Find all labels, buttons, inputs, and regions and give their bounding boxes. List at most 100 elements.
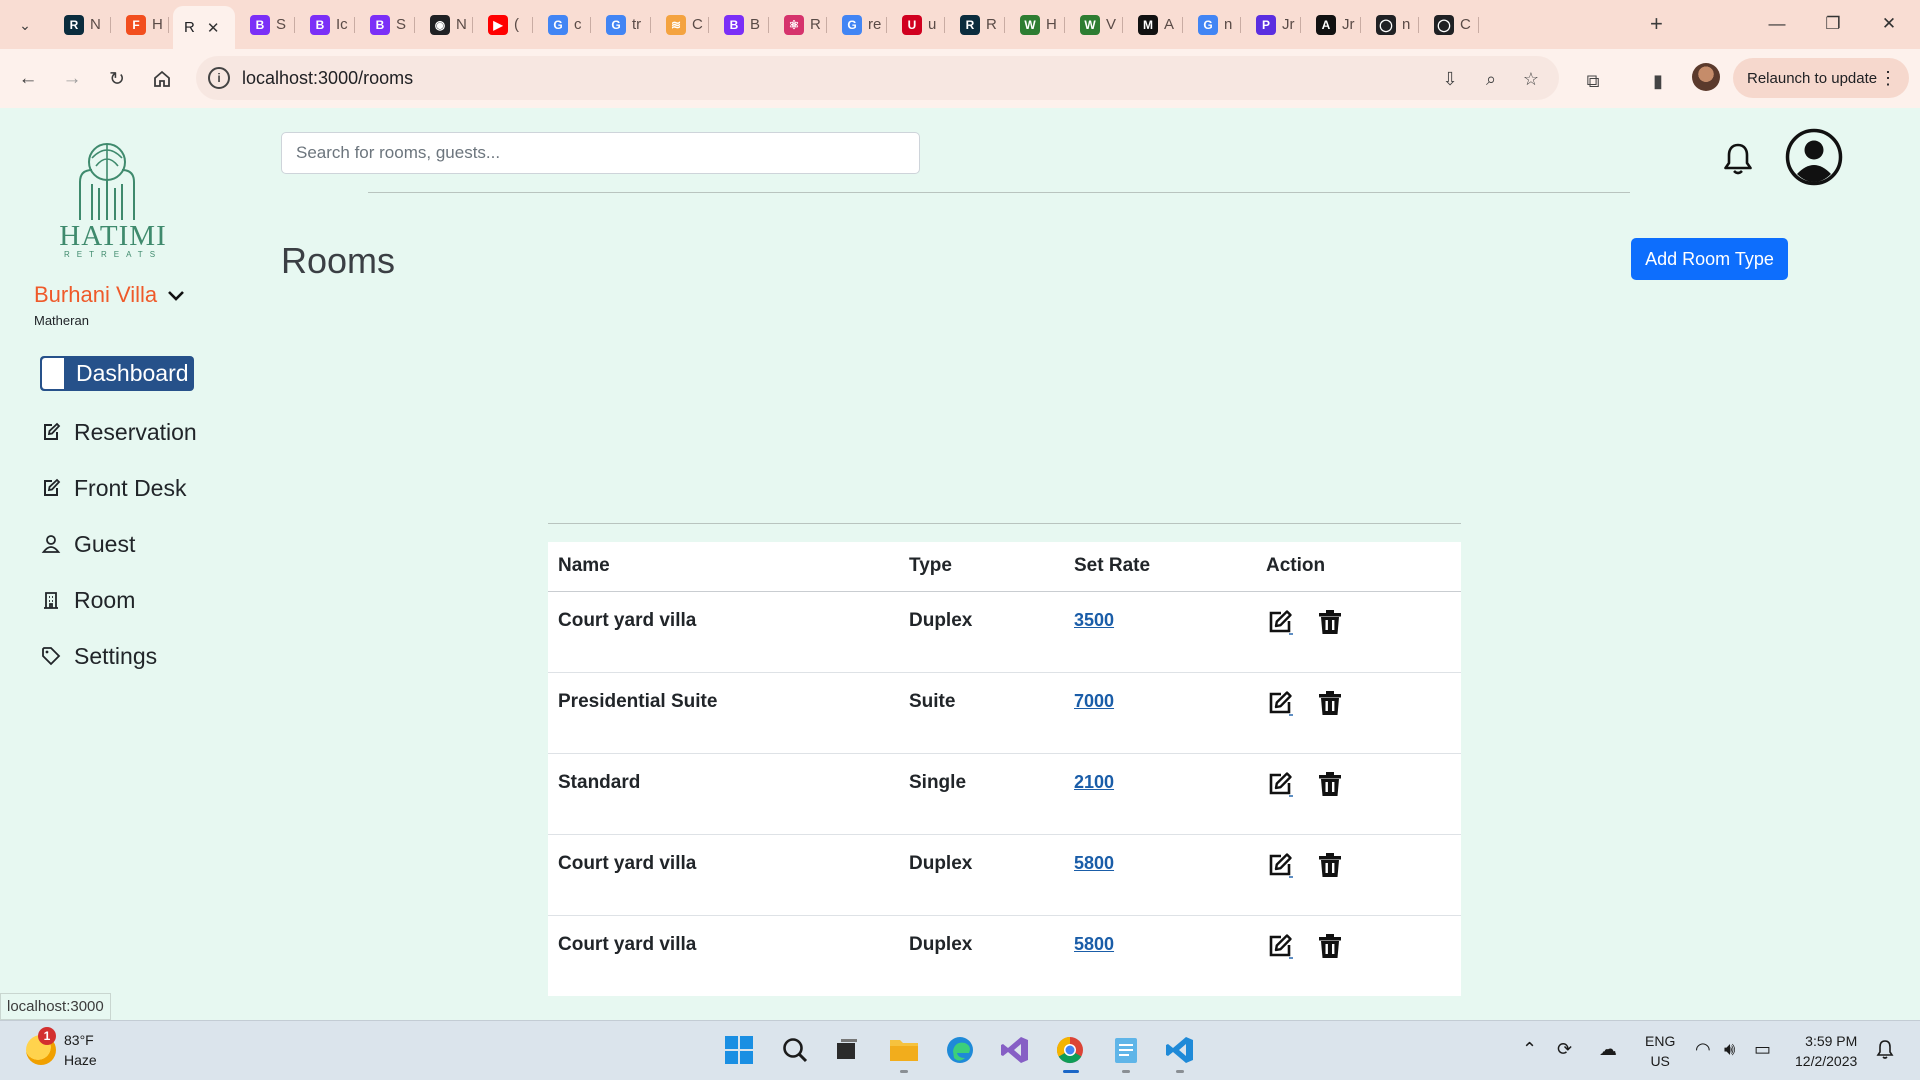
sidebar-item-reservation[interactable]: Reservation bbox=[40, 414, 197, 450]
table-row: Court yard villa Duplex 3500 bbox=[548, 591, 1461, 673]
relaunch-button[interactable]: Relaunch to update ⋮ bbox=[1733, 58, 1909, 98]
browser-tab[interactable]: A Jr bbox=[1305, 9, 1361, 40]
start-windows-icon[interactable] bbox=[722, 1033, 756, 1067]
add-room-type-button[interactable]: Add Room Type bbox=[1631, 238, 1788, 280]
search-input[interactable] bbox=[281, 132, 920, 174]
install-app-icon[interactable]: ⇩ bbox=[1437, 66, 1463, 92]
restore-icon[interactable]: ❐ bbox=[1810, 10, 1856, 38]
show-hidden-icons-chevron-icon[interactable]: ⌃ bbox=[1522, 1039, 1537, 1060]
browser-tab[interactable]: Uu bbox=[891, 9, 945, 40]
browser-tab[interactable]: FH bbox=[115, 9, 169, 40]
sidebar-item-guest[interactable]: Guest bbox=[40, 526, 135, 562]
site-info-icon[interactable]: i bbox=[208, 67, 230, 89]
search-icon[interactable] bbox=[778, 1033, 812, 1067]
browser-tab[interactable]: B Ic bbox=[299, 9, 355, 40]
column-header-name: Name bbox=[548, 542, 899, 592]
room-rate-link[interactable]: 2100 bbox=[1074, 772, 1114, 792]
tab-search-chevron-icon[interactable]: ⌄ bbox=[12, 12, 38, 38]
task-view-icon[interactable] bbox=[830, 1033, 864, 1067]
address-bar[interactable]: i localhost:3000/rooms ⇩ ⌕ ☆ bbox=[196, 56, 1559, 100]
tab-favicon-icon: ◯ bbox=[1434, 14, 1454, 35]
reload-icon[interactable]: ↻ bbox=[103, 65, 131, 93]
battery-icon[interactable]: ▭ bbox=[1754, 1039, 1771, 1060]
browser-tab[interactable]: RN bbox=[53, 9, 111, 40]
browser-tab[interactable]: R ✕ bbox=[173, 6, 235, 49]
browser-tab[interactable]: ◯ C bbox=[1423, 9, 1479, 40]
tab-close-icon[interactable]: ✕ bbox=[207, 19, 220, 37]
chevron-down-icon[interactable] bbox=[165, 284, 187, 306]
edit-icon[interactable] bbox=[1266, 770, 1294, 798]
browser-tab[interactable]: MA bbox=[1127, 9, 1183, 40]
trash-icon[interactable] bbox=[1316, 851, 1344, 879]
window-close-icon[interactable]: ✕ bbox=[1866, 10, 1912, 38]
browser-tab[interactable]: BS bbox=[359, 9, 415, 40]
browser-tab[interactable]: ▶( bbox=[477, 9, 533, 40]
browser-tab[interactable]: ⚛ R bbox=[773, 9, 827, 40]
room-rate-link[interactable]: 5800 bbox=[1074, 853, 1114, 873]
tab-title: S bbox=[276, 16, 287, 33]
edit-icon[interactable] bbox=[1266, 689, 1294, 717]
file-explorer-icon[interactable] bbox=[887, 1033, 921, 1073]
profile-avatar[interactable] bbox=[1692, 63, 1720, 91]
minimize-icon[interactable]: — bbox=[1754, 10, 1800, 38]
extensions-icon[interactable]: ⧉ bbox=[1580, 68, 1606, 94]
weather-condition[interactable]: Haze bbox=[64, 1052, 97, 1068]
browser-tab[interactable]: Gtr bbox=[595, 9, 651, 40]
property-selector[interactable]: Burhani Villa bbox=[34, 282, 157, 308]
weather-temperature[interactable]: 83°F bbox=[64, 1032, 94, 1048]
browser-tab[interactable]: Gn bbox=[1187, 9, 1241, 40]
forward-icon[interactable]: → bbox=[58, 65, 86, 93]
more-menu-icon[interactable]: ⋮ bbox=[1879, 68, 1897, 89]
system-clock[interactable]: 3:59 PM 12/2/2023 bbox=[1795, 1031, 1857, 1071]
browser-tab[interactable]: Gc bbox=[537, 9, 591, 40]
browser-tab[interactable]: BS bbox=[239, 9, 295, 40]
vscode-icon[interactable] bbox=[1163, 1033, 1197, 1073]
input-language[interactable]: ENG US bbox=[1645, 1031, 1675, 1071]
volume-icon[interactable]: 🔊︎ bbox=[1724, 1039, 1735, 1060]
onedrive-icon[interactable]: ☁ bbox=[1599, 1039, 1617, 1060]
bookmark-star-icon[interactable]: ☆ bbox=[1518, 66, 1544, 92]
room-rate-link[interactable]: 3500 bbox=[1074, 610, 1114, 630]
edit-icon[interactable] bbox=[1266, 851, 1294, 879]
browser-tab[interactable]: ◯ n bbox=[1365, 9, 1419, 40]
new-tab-button[interactable]: + bbox=[1650, 11, 1663, 37]
sidebar-item-front-desk[interactable]: Front Desk bbox=[40, 470, 186, 506]
browser-tab[interactable]: WH bbox=[1009, 9, 1065, 40]
back-icon[interactable]: ← bbox=[14, 65, 42, 93]
room-rate-link[interactable]: 7000 bbox=[1074, 691, 1114, 711]
browser-tab[interactable]: WV bbox=[1069, 9, 1123, 40]
notification-bell-icon[interactable] bbox=[1722, 142, 1754, 176]
chrome-icon[interactable] bbox=[1053, 1033, 1087, 1073]
trash-icon[interactable] bbox=[1316, 608, 1344, 636]
browser-tab[interactable]: BB bbox=[713, 9, 769, 40]
tab-favicon-icon: G bbox=[606, 14, 626, 35]
browser-tab[interactable]: ◉ N bbox=[419, 9, 473, 40]
notification-center-bell-icon[interactable] bbox=[1876, 1039, 1894, 1064]
notepad-icon[interactable] bbox=[1109, 1033, 1143, 1073]
sidebar-item-room[interactable]: Room bbox=[40, 582, 135, 618]
tab-favicon-icon: B bbox=[370, 14, 390, 35]
edge-browser-icon[interactable] bbox=[943, 1033, 977, 1067]
hatimi-logo[interactable]: HATIMI RETREATS bbox=[56, 140, 170, 262]
side-panel-icon[interactable]: ▮ bbox=[1645, 68, 1671, 94]
zoom-icon[interactable]: ⌕ bbox=[1478, 66, 1504, 92]
sidebar-item-settings[interactable]: Settings bbox=[40, 638, 157, 674]
browser-tab[interactable]: RR bbox=[949, 9, 1005, 40]
browser-tab[interactable]: ≋ C bbox=[655, 9, 709, 40]
wifi-icon[interactable]: ◠ bbox=[1695, 1039, 1711, 1060]
trash-icon[interactable] bbox=[1316, 770, 1344, 798]
visual-studio-icon[interactable] bbox=[998, 1033, 1032, 1067]
user-account-icon[interactable] bbox=[1785, 128, 1843, 186]
home-icon[interactable] bbox=[148, 65, 176, 93]
trash-icon[interactable] bbox=[1316, 689, 1344, 717]
edit-icon[interactable] bbox=[1266, 932, 1294, 960]
trash-icon[interactable] bbox=[1316, 932, 1344, 960]
sync-icon[interactable]: ⟳ bbox=[1557, 1039, 1572, 1060]
edit-icon[interactable] bbox=[1266, 608, 1294, 636]
browser-tab[interactable]: Gre bbox=[831, 9, 887, 40]
address-url[interactable]: localhost:3000/rooms bbox=[242, 68, 413, 89]
column-header-set-rate: Set Rate bbox=[1064, 542, 1256, 592]
sidebar-item-dashboard[interactable]: Dashboard bbox=[40, 356, 194, 391]
room-rate-link[interactable]: 5800 bbox=[1074, 934, 1114, 954]
browser-tab[interactable]: P Jr bbox=[1245, 9, 1301, 40]
